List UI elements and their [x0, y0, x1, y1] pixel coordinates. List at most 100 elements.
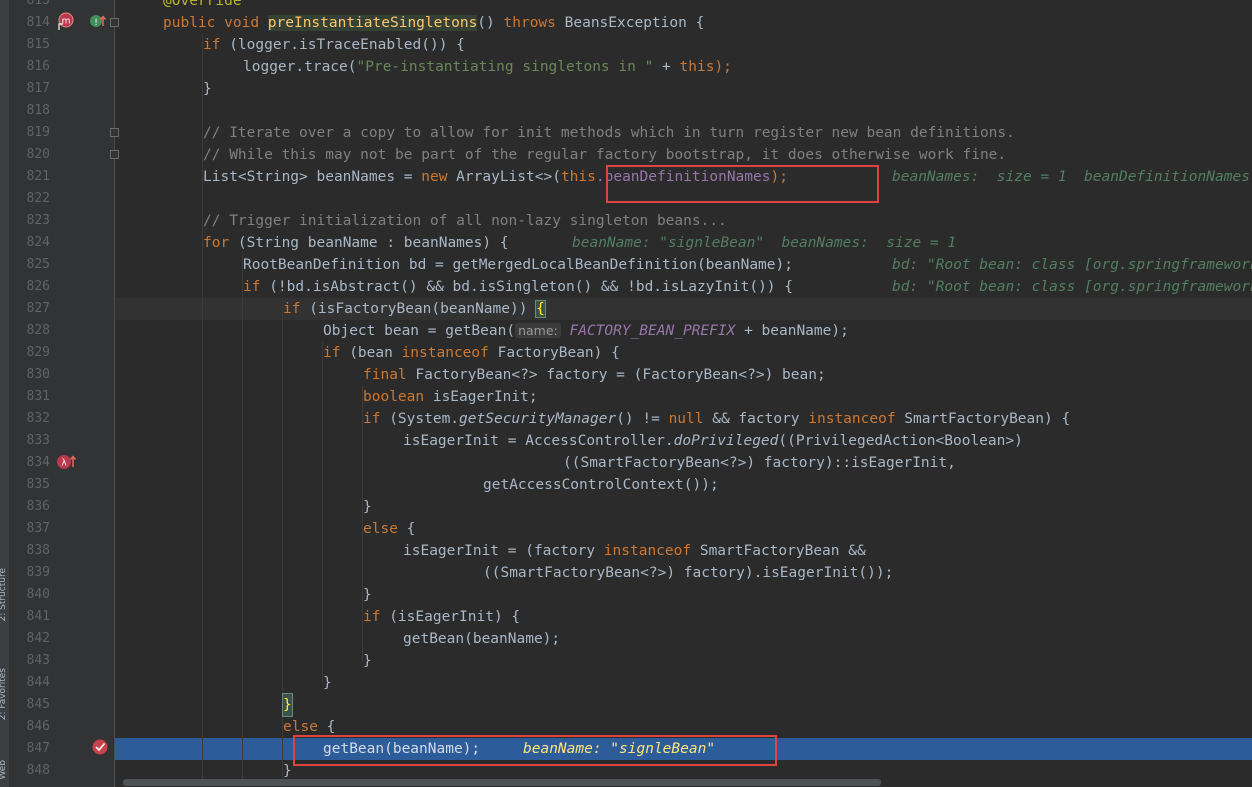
- line-number[interactable]: 848: [10, 760, 50, 782]
- code-line-832[interactable]: if (System.getSecurityManager() != null …: [115, 408, 1252, 430]
- code-line-842[interactable]: getBean(beanName);: [115, 628, 1252, 650]
- line-number[interactable]: 825: [10, 254, 50, 276]
- code-line-821[interactable]: List<String> beanNames = new ArrayList<>…: [115, 166, 1252, 188]
- line-number[interactable]: 845: [10, 694, 50, 716]
- code-text: getBean(beanName);: [403, 631, 561, 647]
- code-text: if (!bd.isAbstract() && bd.isSingleton()…: [243, 279, 793, 295]
- code-line-814[interactable]: public void preInstantiateSingletons() t…: [115, 12, 1252, 34]
- line-number[interactable]: 834: [10, 452, 50, 474]
- code-text: if (isEagerInit) {: [363, 609, 521, 625]
- code-line-826[interactable]: if (!bd.isAbstract() && bd.isSingleton()…: [115, 276, 1252, 298]
- line-number[interactable]: 843: [10, 650, 50, 672]
- code-line-841[interactable]: if (isEagerInit) {: [115, 606, 1252, 628]
- line-number[interactable]: 817: [10, 78, 50, 100]
- line-number[interactable]: 842: [10, 628, 50, 650]
- line-number[interactable]: 840: [10, 584, 50, 606]
- code-text: getBean(beanName);: [323, 741, 481, 757]
- line-number[interactable]: 830: [10, 364, 50, 386]
- code-line-838[interactable]: isEagerInit = (factory instanceof SmartF…: [115, 540, 1252, 562]
- svg-text:!: !: [94, 18, 98, 28]
- line-number[interactable]: 824: [10, 232, 50, 254]
- code-line-830[interactable]: final FactoryBean<?> factory = (FactoryB…: [115, 364, 1252, 386]
- code-line-824[interactable]: for (String beanName : beanNames) {beanN…: [115, 232, 1252, 254]
- line-number[interactable]: 844: [10, 672, 50, 694]
- code-line-815[interactable]: if (logger.isTraceEnabled()) {: [115, 34, 1252, 56]
- annotation: @Override: [163, 0, 242, 9]
- horizontal-scrollbar[interactable]: [123, 779, 881, 786]
- line-number[interactable]: 819: [10, 122, 50, 144]
- line-number[interactable]: 822: [10, 188, 50, 210]
- line-number[interactable]: 828: [10, 320, 50, 342]
- code-text: for (String beanName : beanNames) {: [203, 235, 509, 251]
- code-line-844[interactable]: }: [115, 672, 1252, 694]
- favorites-tab[interactable]: 2: Favorites: [0, 668, 10, 720]
- code-line-816[interactable]: logger.trace("Pre-instantiating singleto…: [115, 56, 1252, 78]
- line-number[interactable]: 829: [10, 342, 50, 364]
- code-text: if (logger.isTraceEnabled()) {: [203, 37, 465, 53]
- code-line-839[interactable]: ((SmartFactoryBean<?>) factory).isEagerI…: [115, 562, 1252, 584]
- code-text: ((SmartFactoryBean<?>) factory).isEagerI…: [483, 565, 894, 581]
- line-number[interactable]: 839: [10, 562, 50, 584]
- code-line-828[interactable]: Object bean = getBean(name: FACTORY_BEAN…: [115, 320, 1252, 342]
- code-line-817[interactable]: }: [115, 78, 1252, 100]
- inline-debug-value: beanNames: size = 1 beanDefinitionNames:…: [892, 169, 1252, 185]
- line-number[interactable]: 821: [10, 166, 50, 188]
- code-line-834[interactable]: ((SmartFactoryBean<?>) factory)::isEager…: [115, 452, 1252, 474]
- line-number[interactable]: 835: [10, 474, 50, 496]
- code-text: public void preInstantiateSingletons() t…: [163, 15, 705, 31]
- code-editor[interactable]: @Override public void preInstantiateSing…: [115, 0, 1252, 787]
- code-line-819[interactable]: // Iterate over a copy to allow for init…: [115, 122, 1252, 144]
- line-number[interactable]: 816: [10, 56, 50, 78]
- code-line-845[interactable]: }: [115, 693, 1252, 717]
- line-number[interactable]: 815: [10, 34, 50, 56]
- line-number[interactable]: 814: [10, 12, 50, 34]
- implemented-icon[interactable]: !: [89, 13, 109, 29]
- code-line-825[interactable]: RootBeanDefinition bd = getMergedLocalBe…: [115, 254, 1252, 276]
- line-number[interactable]: 823: [10, 210, 50, 232]
- line-number[interactable]: 826: [10, 276, 50, 298]
- code-text: if (isFactoryBean(beanName)) {: [283, 300, 546, 318]
- line-number[interactable]: 841: [10, 606, 50, 628]
- structure-tab[interactable]: 2: Structure: [0, 568, 10, 622]
- code-line-820[interactable]: // While this may not be part of the reg…: [115, 144, 1252, 166]
- web-tab[interactable]: Web: [0, 760, 10, 780]
- code-line-836[interactable]: }: [115, 496, 1252, 518]
- code-line-840[interactable]: }: [115, 584, 1252, 606]
- code-line-835[interactable]: getAccessControlContext());: [115, 474, 1252, 496]
- code-line-843[interactable]: }: [115, 650, 1252, 672]
- code-text: List<String> beanNames = new ArrayList<>…: [203, 169, 788, 185]
- code-text: }: [203, 81, 212, 97]
- line-number[interactable]: 846: [10, 716, 50, 738]
- code-line-847[interactable]: getBean(beanName); beanName: "signleBean": [115, 738, 1252, 760]
- line-number[interactable]: 813: [10, 0, 50, 12]
- breakpoint-icon[interactable]: [91, 738, 109, 756]
- comment: // Trigger initialization of all non-laz…: [203, 213, 727, 229]
- code-line-823[interactable]: // Trigger initialization of all non-laz…: [115, 210, 1252, 232]
- code-line-829[interactable]: if (bean instanceof FactoryBean) {: [115, 342, 1252, 364]
- line-number[interactable]: 820: [10, 144, 50, 166]
- comment: // While this may not be part of the reg…: [203, 147, 1007, 163]
- line-number[interactable]: 838: [10, 540, 50, 562]
- line-number[interactable]: 832: [10, 408, 50, 430]
- inline-debug-value: bd: "Root bean: class [org.springframewo…: [892, 279, 1252, 295]
- line-number[interactable]: 837: [10, 518, 50, 540]
- code-text: isEagerInit = AccessController.doPrivile…: [403, 433, 1023, 449]
- code-line-827[interactable]: if (isFactoryBean(beanName)) {: [115, 298, 1252, 320]
- code-line-837[interactable]: else {: [115, 518, 1252, 540]
- parameter-hint: name:: [515, 323, 561, 338]
- matched-brace: }: [282, 693, 293, 717]
- code-text: else {: [363, 521, 416, 537]
- editor-gutter[interactable]: 813 814 815 816 817 818 819 820 821 822 823 824 825 8…: [10, 0, 119, 787]
- line-number[interactable]: 831: [10, 386, 50, 408]
- code-line-831[interactable]: boolean isEagerInit;: [115, 386, 1252, 408]
- line-number[interactable]: 833: [10, 430, 50, 452]
- lambda-icon[interactable]: λ: [56, 453, 78, 471]
- line-number[interactable]: 847: [10, 738, 50, 760]
- code-line-846[interactable]: else {: [115, 716, 1252, 738]
- tool-window-sidebar: 2: Structure 2: Favorites Web: [0, 0, 10, 787]
- line-number[interactable]: 836: [10, 496, 50, 518]
- line-number[interactable]: 818: [10, 100, 50, 122]
- code-line-813[interactable]: @Override: [115, 0, 1252, 12]
- line-number[interactable]: 827: [10, 298, 50, 320]
- code-line-833[interactable]: isEagerInit = AccessController.doPrivile…: [115, 430, 1252, 452]
